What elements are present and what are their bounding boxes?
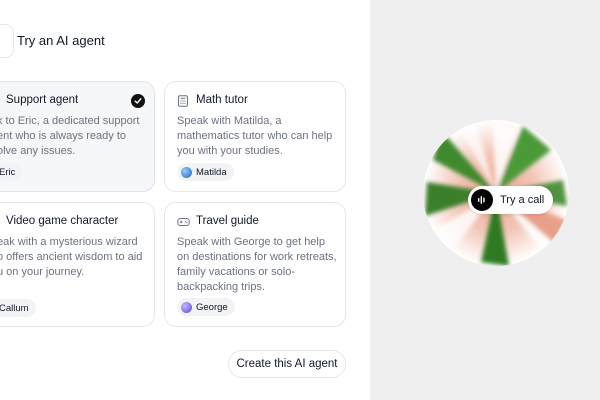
voice-chip-matilda: Matilda [177, 163, 234, 181]
waveform-icon [471, 189, 493, 211]
selected-check-icon [131, 94, 145, 108]
voice-chip-callum: Callum [0, 299, 36, 317]
agent-card-video-game-character[interactable]: Video game character eak with a mysterio… [0, 202, 155, 327]
voice-label: George [196, 301, 228, 313]
call-preview-panel: Try a call [370, 0, 600, 400]
voice-label: Callum [0, 302, 29, 314]
agent-card-support[interactable]: Support agent k to Eric, a dedicated sup… [0, 81, 155, 192]
agent-card-title: Math tutor [196, 94, 248, 106]
try-call-label: Try a call [500, 194, 545, 206]
calculator-icon [178, 95, 188, 107]
agent-card-description: k to Eric, a dedicated support ent who i… [0, 115, 140, 157]
gamepad-icon [177, 218, 190, 226]
avatar [181, 166, 192, 178]
agent-card-math-tutor[interactable]: Math tutor Speak with Matilda, a mathema… [164, 81, 346, 192]
agent-card-travel-guide[interactable]: Travel guide Speak with George to get he… [164, 202, 346, 327]
agent-card-description: eak with a mysterious wizard o offers an… [0, 236, 143, 278]
agent-card-title: Support agent [6, 94, 79, 106]
voice-label: Eric [0, 166, 16, 178]
voice-chip-eric: Eric [0, 163, 23, 181]
agent-picker-panel: Try an AI agent Support agent k to Eric,… [0, 0, 370, 400]
voice-label: Matilda [196, 166, 227, 178]
agent-card-title: Video game character [6, 215, 119, 227]
header-icon-box [0, 24, 14, 58]
agent-card-description: Speak with George to get help on destina… [177, 236, 337, 293]
create-agent-button[interactable]: Create this AI agent [228, 350, 346, 378]
page-title: Try an AI agent [17, 33, 105, 48]
avatar [181, 301, 192, 313]
agent-card-description: Speak with Matilda, a mathematics tutor … [177, 115, 333, 157]
agent-card-title: Travel guide [196, 215, 259, 227]
voice-chip-george: George [177, 298, 235, 316]
try-call-button[interactable]: Try a call [468, 186, 553, 214]
